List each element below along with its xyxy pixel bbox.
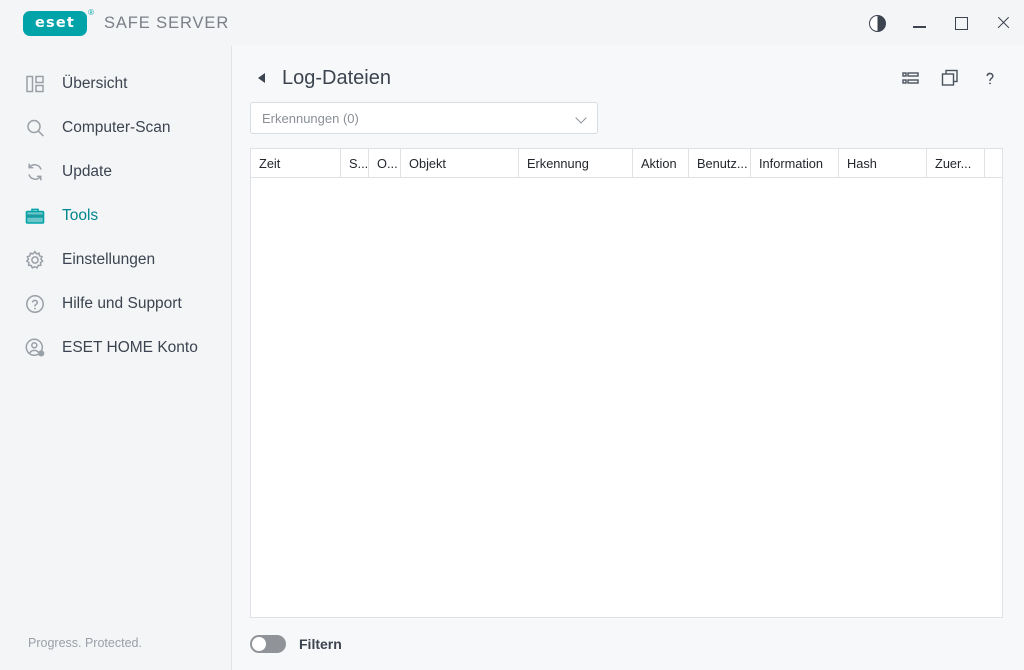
- contrast-toggle-button[interactable]: [856, 0, 898, 46]
- sidebar-item-computer-scan[interactable]: Computer-Scan: [0, 106, 231, 150]
- eset-logo: eset ®: [23, 8, 94, 36]
- filter-toggle[interactable]: [250, 635, 286, 653]
- column-header-information[interactable]: Information: [751, 149, 839, 177]
- footer-bar: Filtern: [232, 618, 1024, 670]
- registered-trademark-icon: ®: [88, 7, 94, 17]
- sidebar-item-label: Hilfe und Support: [62, 295, 182, 312]
- sidebar-item-einstellungen[interactable]: Einstellungen: [0, 238, 231, 282]
- table-header-row: Zeit S... O... Objekt Erkennung Aktion B…: [251, 149, 1002, 178]
- gear-icon: [22, 247, 48, 273]
- copy-window-icon[interactable]: [938, 66, 962, 90]
- minimize-button[interactable]: [898, 0, 940, 46]
- column-header-aktion[interactable]: Aktion: [633, 149, 689, 177]
- main-panel: Log-Dateien Erkennungen (0) Zeit S... O.…: [232, 46, 1024, 670]
- help-icon: [22, 291, 48, 317]
- help-icon[interactable]: [978, 66, 1002, 90]
- log-type-select[interactable]: Erkennungen (0): [250, 102, 598, 134]
- list-view-icon[interactable]: [898, 66, 922, 90]
- page-header-actions: [898, 66, 1002, 90]
- dashboard-icon: [22, 71, 48, 97]
- sidebar-item-update[interactable]: Update: [0, 150, 231, 194]
- column-header-objekt[interactable]: Objekt: [401, 149, 519, 177]
- page-header: Log-Dateien: [232, 46, 1024, 96]
- column-header-s[interactable]: S...: [341, 149, 369, 177]
- maximize-icon: [954, 16, 968, 30]
- product-name: SAFE SERVER: [104, 13, 230, 32]
- sidebar-item-uebersicht[interactable]: Übersicht: [0, 62, 231, 106]
- window-controls: [856, 0, 1024, 46]
- column-header-hash[interactable]: Hash: [839, 149, 927, 177]
- sidebar-item-label: Update: [62, 163, 112, 180]
- eset-logo-text: eset: [34, 14, 76, 31]
- title-bar: eset ® SAFE SERVER: [0, 0, 1024, 46]
- chevron-left-icon: [257, 73, 265, 83]
- back-button[interactable]: [250, 67, 272, 89]
- account-icon: [22, 335, 48, 361]
- sidebar-item-label: ESET HOME Konto: [62, 339, 198, 356]
- brand: eset ® SAFE SERVER: [0, 8, 230, 36]
- column-header-o[interactable]: O...: [369, 149, 401, 177]
- log-table: Zeit S... O... Objekt Erkennung Aktion B…: [250, 148, 1003, 618]
- maximize-button[interactable]: [940, 0, 982, 46]
- sidebar-item-label: Tools: [62, 207, 99, 224]
- filter-toggle-knob: [252, 637, 266, 651]
- column-header-zuerst[interactable]: Zuer...: [927, 149, 985, 177]
- column-header-extra[interactable]: [985, 149, 1002, 177]
- column-header-benutzer[interactable]: Benutz...: [689, 149, 751, 177]
- chevron-down-icon: [576, 113, 587, 124]
- window-body: Übersicht Computer-Scan Update Tools Ein…: [0, 46, 1024, 670]
- tagline: Progress. Protected.: [28, 636, 142, 650]
- toolbox-icon: [22, 203, 48, 229]
- sidebar: Übersicht Computer-Scan Update Tools Ein…: [0, 46, 232, 670]
- sidebar-item-eset-home-konto[interactable]: ESET HOME Konto: [0, 326, 231, 370]
- page-title: Log-Dateien: [282, 66, 391, 89]
- table-body: [251, 178, 1002, 617]
- sidebar-item-label: Einstellungen: [62, 251, 156, 268]
- close-icon: [996, 16, 1010, 30]
- sidebar-item-hilfe-und-support[interactable]: Hilfe und Support: [0, 282, 231, 326]
- sidebar-item-tools[interactable]: Tools: [0, 194, 231, 238]
- filter-toggle-label: Filtern: [299, 636, 342, 652]
- close-button[interactable]: [982, 0, 1024, 46]
- application-window: eset ® SAFE SERVER Übersicht Computer-Sc…: [0, 0, 1024, 670]
- refresh-icon: [22, 159, 48, 185]
- sidebar-item-label: Übersicht: [62, 75, 128, 92]
- column-header-erkennung[interactable]: Erkennung: [519, 149, 633, 177]
- sidebar-item-label: Computer-Scan: [62, 119, 171, 136]
- minimize-icon: [912, 26, 926, 28]
- column-header-zeit[interactable]: Zeit: [251, 149, 341, 177]
- search-icon: [22, 115, 48, 141]
- log-type-select-value: Erkennungen (0): [262, 110, 359, 126]
- page-content: Erkennungen (0) Zeit S... O... Objekt Er…: [232, 96, 1024, 618]
- contrast-icon: [868, 14, 886, 32]
